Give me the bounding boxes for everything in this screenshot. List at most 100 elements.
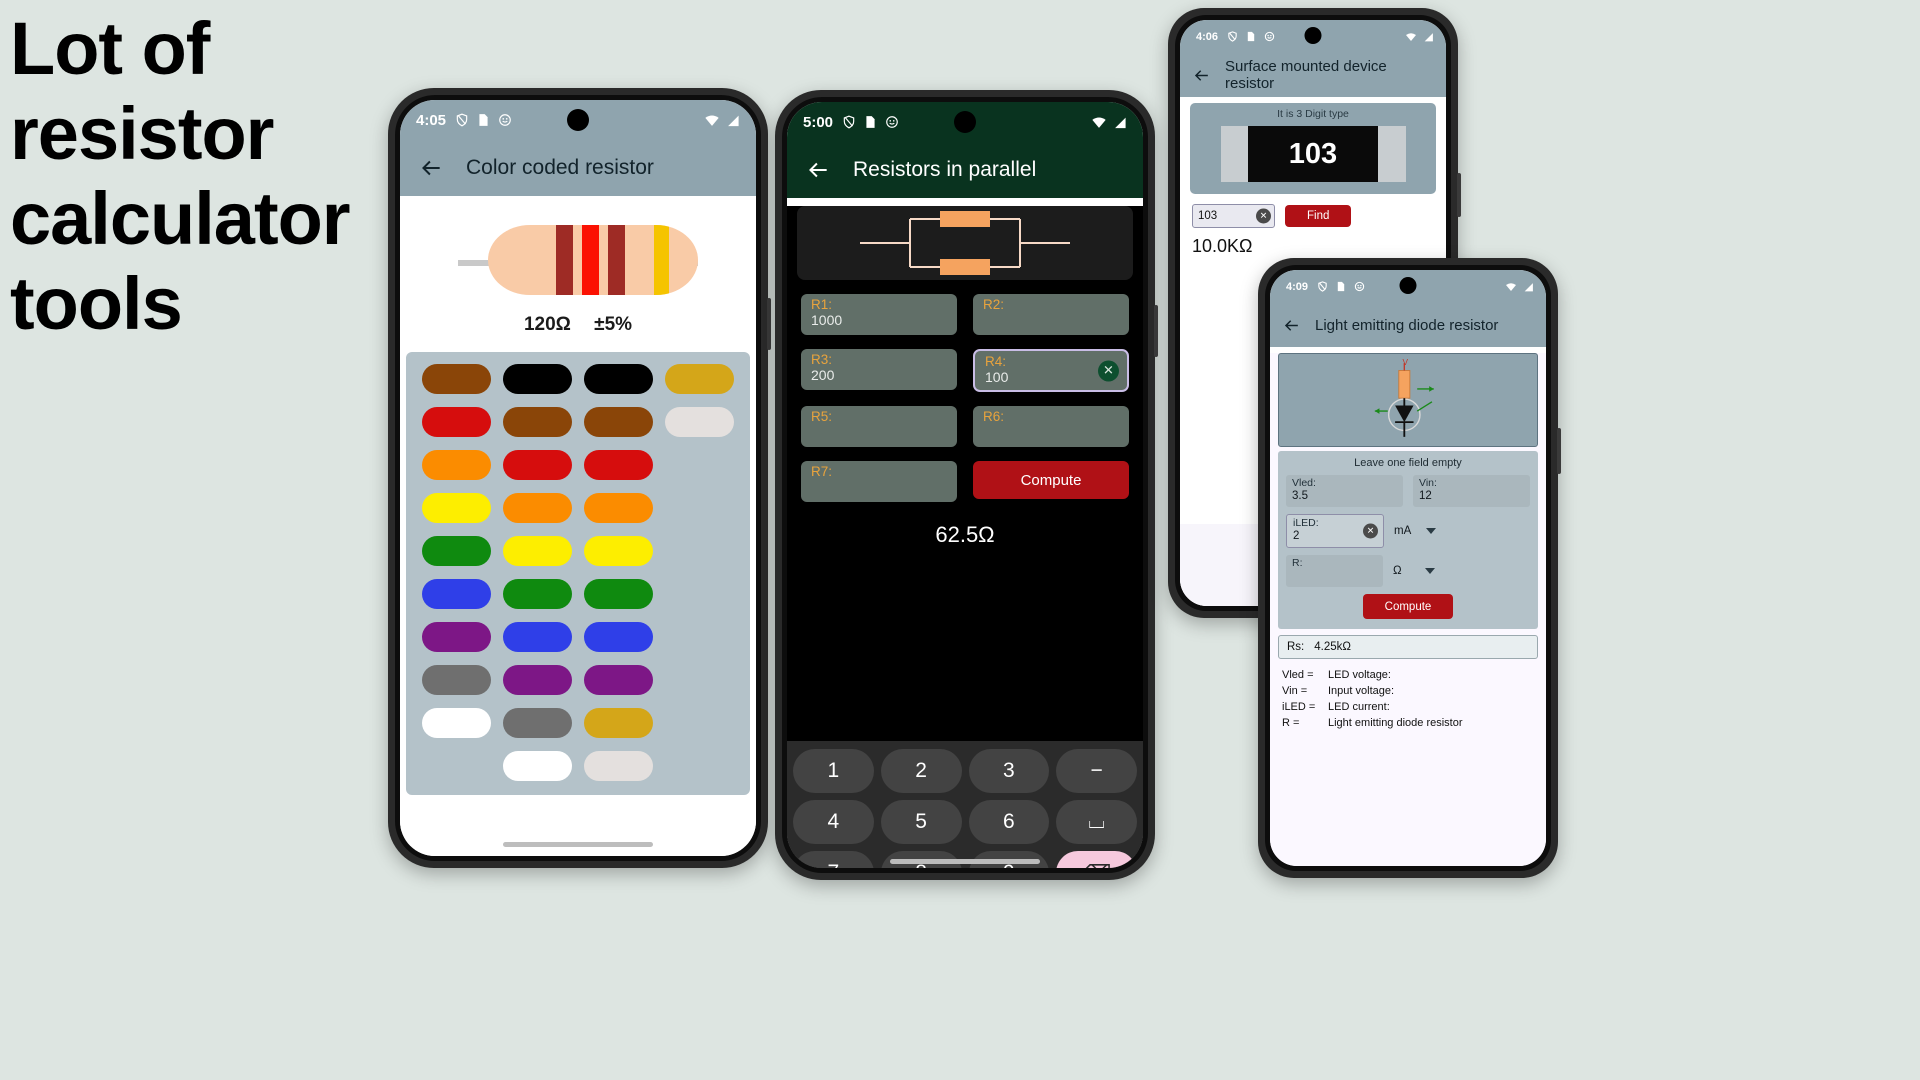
- phone4-screen: 4:09 Light emitting diode resistor V Lea…: [1270, 270, 1546, 866]
- color-swatch[interactable]: [422, 536, 491, 566]
- camera-punch-hole: [1304, 27, 1322, 44]
- keypad-key-⌴[interactable]: ⌴: [1056, 800, 1137, 844]
- field-value: 200: [811, 367, 835, 383]
- keypad-key-4[interactable]: 4: [793, 800, 874, 844]
- color-swatch[interactable]: [422, 407, 491, 437]
- phone1-side-button[interactable]: [767, 298, 771, 350]
- color-swatch[interactable]: [584, 665, 653, 695]
- legend-text: LED current:: [1328, 701, 1390, 713]
- smd-code: 103: [1248, 126, 1378, 182]
- led-field-iled[interactable]: iLED: 2 ✕: [1286, 514, 1384, 548]
- compute-button[interactable]: Compute: [1362, 594, 1454, 619]
- color-swatch[interactable]: [665, 364, 734, 394]
- face-icon: [499, 114, 511, 126]
- phone1-screen: 4:05 Color coded resistor 120Ω ±5%: [400, 100, 756, 856]
- chevron-down-icon[interactable]: [1426, 528, 1436, 534]
- status-bar: 4:09: [1270, 270, 1546, 303]
- legend-key: iLED =: [1282, 701, 1316, 713]
- keypad-key-5[interactable]: 5: [880, 800, 962, 844]
- color-swatch[interactable]: [503, 751, 572, 781]
- color-swatch[interactable]: [503, 364, 572, 394]
- keypad-key-−[interactable]: −: [1056, 749, 1137, 793]
- color-swatch[interactable]: [584, 579, 653, 609]
- led-field-r[interactable]: R:: [1286, 555, 1383, 587]
- phone4-side-button[interactable]: [1557, 428, 1561, 474]
- legend-row: iLED = LED current:: [1282, 699, 1536, 715]
- color-swatch[interactable]: [503, 665, 572, 695]
- color-swatch[interactable]: [503, 622, 572, 652]
- field-label: R:: [1292, 557, 1303, 569]
- camera-punch-hole: [1399, 277, 1417, 294]
- back-arrow-icon[interactable]: [418, 155, 444, 181]
- color-swatch[interactable]: [422, 364, 491, 394]
- phone2-side-button[interactable]: [1154, 305, 1158, 357]
- keypad-key-6[interactable]: 6: [968, 800, 1050, 844]
- resistor-field-r3[interactable]: R3: 200: [801, 349, 957, 390]
- clear-icon[interactable]: ✕: [1363, 523, 1378, 539]
- color-swatch[interactable]: [584, 622, 653, 652]
- color-swatch[interactable]: [422, 450, 491, 480]
- color-swatch[interactable]: [584, 493, 653, 523]
- sd-card-icon: [1247, 31, 1255, 42]
- compute-button[interactable]: Compute: [973, 461, 1129, 499]
- color-swatch[interactable]: [503, 536, 572, 566]
- appbar-title: Surface mounted device resistor: [1225, 58, 1387, 92]
- color-swatch[interactable]: [503, 407, 572, 437]
- clear-icon[interactable]: ✕: [1256, 208, 1271, 224]
- resistor-field-r2[interactable]: R2:: [973, 294, 1129, 335]
- color-swatch[interactable]: [584, 708, 653, 738]
- camera-punch-hole: [954, 111, 976, 133]
- nav-gesture-pill[interactable]: [890, 859, 1040, 864]
- chevron-down-icon[interactable]: [1425, 568, 1435, 574]
- led-field-vin[interactable]: Vin: 12: [1413, 475, 1530, 507]
- nav-gesture-pill[interactable]: [503, 842, 653, 847]
- resistor-field-r6[interactable]: R6:: [973, 406, 1129, 447]
- led-field-row: iLED: 2 ✕ mA: [1286, 514, 1530, 548]
- swatch-placeholder: [665, 579, 734, 609]
- back-arrow-icon[interactable]: [1192, 66, 1211, 85]
- color-swatch[interactable]: [503, 579, 572, 609]
- keypad-key-⌫[interactable]: ⌫: [1056, 851, 1137, 868]
- smd-code-input[interactable]: 103 ✕: [1192, 204, 1275, 228]
- color-swatch[interactable]: [584, 751, 653, 781]
- color-swatch[interactable]: [584, 407, 653, 437]
- face-icon: [1354, 281, 1365, 292]
- keypad-key-7[interactable]: 7: [793, 851, 874, 868]
- color-swatch[interactable]: [584, 450, 653, 480]
- resistor-field-r7[interactable]: R7:: [801, 461, 957, 502]
- keypad-key-2[interactable]: 2: [880, 749, 962, 793]
- phone4-bezel: 4:09 Light emitting diode resistor V Lea…: [1265, 265, 1551, 871]
- color-swatch[interactable]: [422, 493, 491, 523]
- legend-text: Light emitting diode resistor: [1328, 717, 1463, 729]
- color-swatch[interactable]: [503, 450, 572, 480]
- led-field-vled[interactable]: Vled: 3.5: [1286, 475, 1403, 507]
- color-swatch[interactable]: [422, 579, 491, 609]
- appbar-title: Light emitting diode resistor: [1315, 316, 1499, 334]
- color-swatch[interactable]: [422, 708, 491, 738]
- resistor-field-r5[interactable]: R5:: [801, 406, 957, 447]
- keypad-key-1[interactable]: 1: [793, 749, 874, 793]
- phone2-bezel: 5:00 Resistors in parallel R1: 1000 R2: …: [782, 97, 1148, 873]
- color-swatch[interactable]: [665, 407, 734, 437]
- color-swatch[interactable]: [584, 364, 653, 394]
- unit-label: Ω: [1393, 565, 1402, 577]
- resistor-illustration: [400, 210, 756, 310]
- find-button[interactable]: Find: [1285, 205, 1352, 227]
- back-arrow-icon[interactable]: [1282, 316, 1301, 335]
- color-swatch[interactable]: [422, 665, 491, 695]
- resistor-band-1: [556, 225, 573, 295]
- led-input-form: Leave one field empty Vled: 3.5 Vin: 12 iLED…: [1278, 451, 1538, 629]
- signal-icon: [728, 115, 739, 126]
- keypad-key-3[interactable]: 3: [968, 749, 1050, 793]
- resistor-field-r1[interactable]: R1: 1000: [801, 294, 957, 335]
- color-swatch[interactable]: [503, 493, 572, 523]
- phone3-side-button[interactable]: [1457, 173, 1461, 217]
- app-bar: Light emitting diode resistor: [1270, 303, 1546, 347]
- resistor-field-r4[interactable]: R4: 100 ✕: [973, 349, 1129, 392]
- clear-icon[interactable]: ✕: [1098, 360, 1119, 381]
- parallel-result: 62.5Ω: [935, 522, 995, 547]
- color-swatch[interactable]: [503, 708, 572, 738]
- color-swatch[interactable]: [584, 536, 653, 566]
- back-arrow-icon[interactable]: [805, 157, 831, 183]
- color-swatch[interactable]: [422, 622, 491, 652]
